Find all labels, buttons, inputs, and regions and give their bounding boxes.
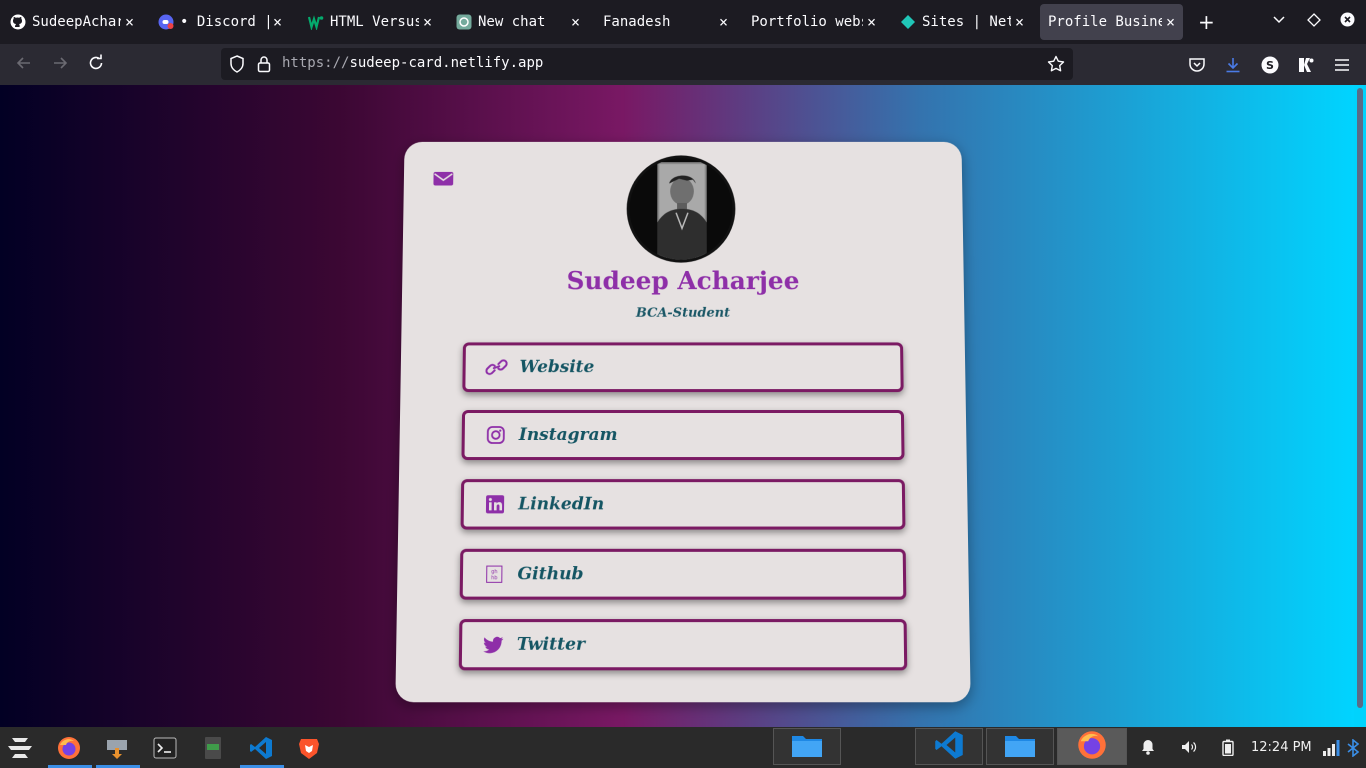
files-icon: [791, 732, 823, 762]
taskbar-window-files-2[interactable]: [986, 728, 1054, 765]
brave-icon[interactable]: [296, 735, 322, 761]
profile-card: Sudeep Acharjee BCA-Student Website Inst…: [395, 142, 970, 702]
avatar: [627, 155, 736, 262]
hamburger-menu-icon[interactable]: [1333, 56, 1351, 78]
tracking-protection-shield-icon[interactable]: [229, 55, 245, 77]
url-host: sudeep-card.netlify.app: [349, 55, 543, 71]
window-close-icon[interactable]: [1340, 12, 1355, 31]
firefox-icon: [1077, 730, 1107, 764]
tab-title: New chat: [478, 14, 567, 30]
tab-profile-business[interactable]: Profile Business ×: [1040, 4, 1183, 40]
account-initial: S: [1266, 59, 1274, 72]
tab-title: HTML Versus: [330, 14, 419, 30]
battery-icon[interactable]: [1222, 739, 1234, 760]
files-icon: [1004, 732, 1036, 762]
close-tab-icon[interactable]: ×: [423, 13, 432, 31]
instagram-icon: [485, 424, 507, 446]
tab-portfolio[interactable]: Portfolio website ×: [744, 4, 884, 40]
vscode-icon: [934, 730, 964, 764]
tab-title: Sites | Netlify: [922, 14, 1011, 30]
linkedin-link[interactable]: LinkedIn: [461, 479, 906, 529]
tab-discord[interactable]: • Discord | Ch ×: [150, 4, 290, 40]
os-taskbar: 12:24 PM: [0, 727, 1366, 768]
page-viewport: Sudeep Acharjee BCA-Student Website Inst…: [0, 85, 1354, 727]
profile-role: BCA-Student: [402, 306, 965, 321]
lock-icon[interactable]: [257, 55, 271, 77]
notes-icon[interactable]: [200, 735, 226, 761]
github-icon: [10, 14, 26, 30]
profile-name: Sudeep Acharjee: [402, 267, 964, 296]
url-protocol: https://: [282, 55, 349, 71]
website-link[interactable]: Website: [462, 342, 903, 392]
terminal-icon[interactable]: [152, 735, 178, 761]
forward-button[interactable]: [51, 54, 69, 77]
taskbar-window-vscode[interactable]: [915, 728, 983, 765]
installer-icon[interactable]: [104, 735, 130, 761]
close-tab-icon[interactable]: ×: [273, 13, 282, 31]
page-scrollbar[interactable]: [1354, 85, 1366, 727]
scrollbar-thumb[interactable]: [1357, 88, 1363, 708]
url-text[interactable]: https://sudeep-card.netlify.app: [282, 55, 543, 71]
back-button[interactable]: [15, 54, 33, 77]
close-tab-icon[interactable]: ×: [1015, 13, 1024, 31]
vscode-icon[interactable]: [248, 735, 274, 761]
tab-title: SudeepAcharjee: [32, 14, 121, 30]
svg-text:hb: hb: [491, 575, 497, 581]
instagram-label: Instagram: [519, 425, 618, 445]
tab-title: Portfolio website: [751, 14, 863, 30]
twitter-label: Twitter: [517, 634, 585, 655]
tab-fanadesh[interactable]: Fanadesh ×: [596, 4, 736, 40]
website-label: Website: [519, 357, 594, 377]
volume-icon[interactable]: [1181, 739, 1197, 759]
extension-icon[interactable]: [1297, 56, 1315, 78]
wifi-signal-icon[interactable]: [1322, 740, 1340, 760]
reload-button[interactable]: [87, 54, 105, 77]
url-bar[interactable]: https://sudeep-card.netlify.app: [221, 48, 1073, 80]
clock[interactable]: 12:24 PM: [1251, 740, 1312, 755]
discord-icon: [158, 14, 174, 30]
tab-title: • Discord | Ch: [180, 14, 269, 30]
zorin-menu-icon[interactable]: [7, 735, 33, 761]
netlify-icon: [900, 14, 916, 30]
tab-github[interactable]: SudeepAcharjee ×: [2, 4, 142, 40]
linkedin-icon: [484, 493, 506, 515]
close-tab-icon[interactable]: ×: [719, 13, 728, 31]
close-tab-icon[interactable]: ×: [1166, 13, 1175, 31]
navigation-toolbar: https://sudeep-card.netlify.app S: [0, 44, 1366, 85]
link-icon: [485, 356, 507, 378]
github-icon: gh hb: [483, 563, 505, 585]
twitter-link[interactable]: Twitter: [459, 619, 908, 670]
chatgpt-icon: [456, 14, 472, 30]
bookmark-star-icon[interactable]: [1047, 55, 1065, 77]
list-tabs-icon[interactable]: [1272, 12, 1286, 31]
github-label: Github: [517, 564, 583, 584]
mail-icon[interactable]: [433, 171, 453, 190]
twitter-icon: [482, 633, 505, 656]
new-tab-button[interactable]: +: [1198, 10, 1215, 34]
taskbar-window-files[interactable]: [773, 728, 841, 765]
account-avatar[interactable]: S: [1261, 56, 1279, 78]
tab-netlify[interactable]: Sites | Netlify ×: [892, 4, 1032, 40]
linkedin-label: LinkedIn: [518, 494, 604, 514]
close-tab-icon[interactable]: ×: [125, 13, 134, 31]
tab-html-versus[interactable]: HTML Versus ×: [300, 4, 440, 40]
downloads-icon[interactable]: [1224, 56, 1242, 78]
w3-icon: [308, 14, 324, 30]
pocket-icon[interactable]: [1188, 56, 1206, 78]
close-tab-icon[interactable]: ×: [867, 13, 876, 31]
bluetooth-icon[interactable]: [1347, 739, 1359, 761]
close-tab-icon[interactable]: ×: [571, 13, 580, 31]
tab-title: Fanadesh: [603, 14, 715, 30]
github-link[interactable]: gh hb Github: [460, 549, 907, 600]
taskbar-window-firefox[interactable]: [1057, 728, 1127, 765]
tab-new-chat[interactable]: New chat ×: [448, 4, 588, 40]
tab-title: Profile Business: [1048, 14, 1162, 30]
tab-strip: SudeepAcharjee × • Discord | Ch × HTML V…: [0, 0, 1366, 44]
firefox-icon[interactable]: [56, 735, 82, 761]
window-minimize-icon[interactable]: [1307, 12, 1321, 31]
notification-bell-icon[interactable]: [1141, 739, 1155, 759]
instagram-link[interactable]: Instagram: [461, 410, 904, 460]
